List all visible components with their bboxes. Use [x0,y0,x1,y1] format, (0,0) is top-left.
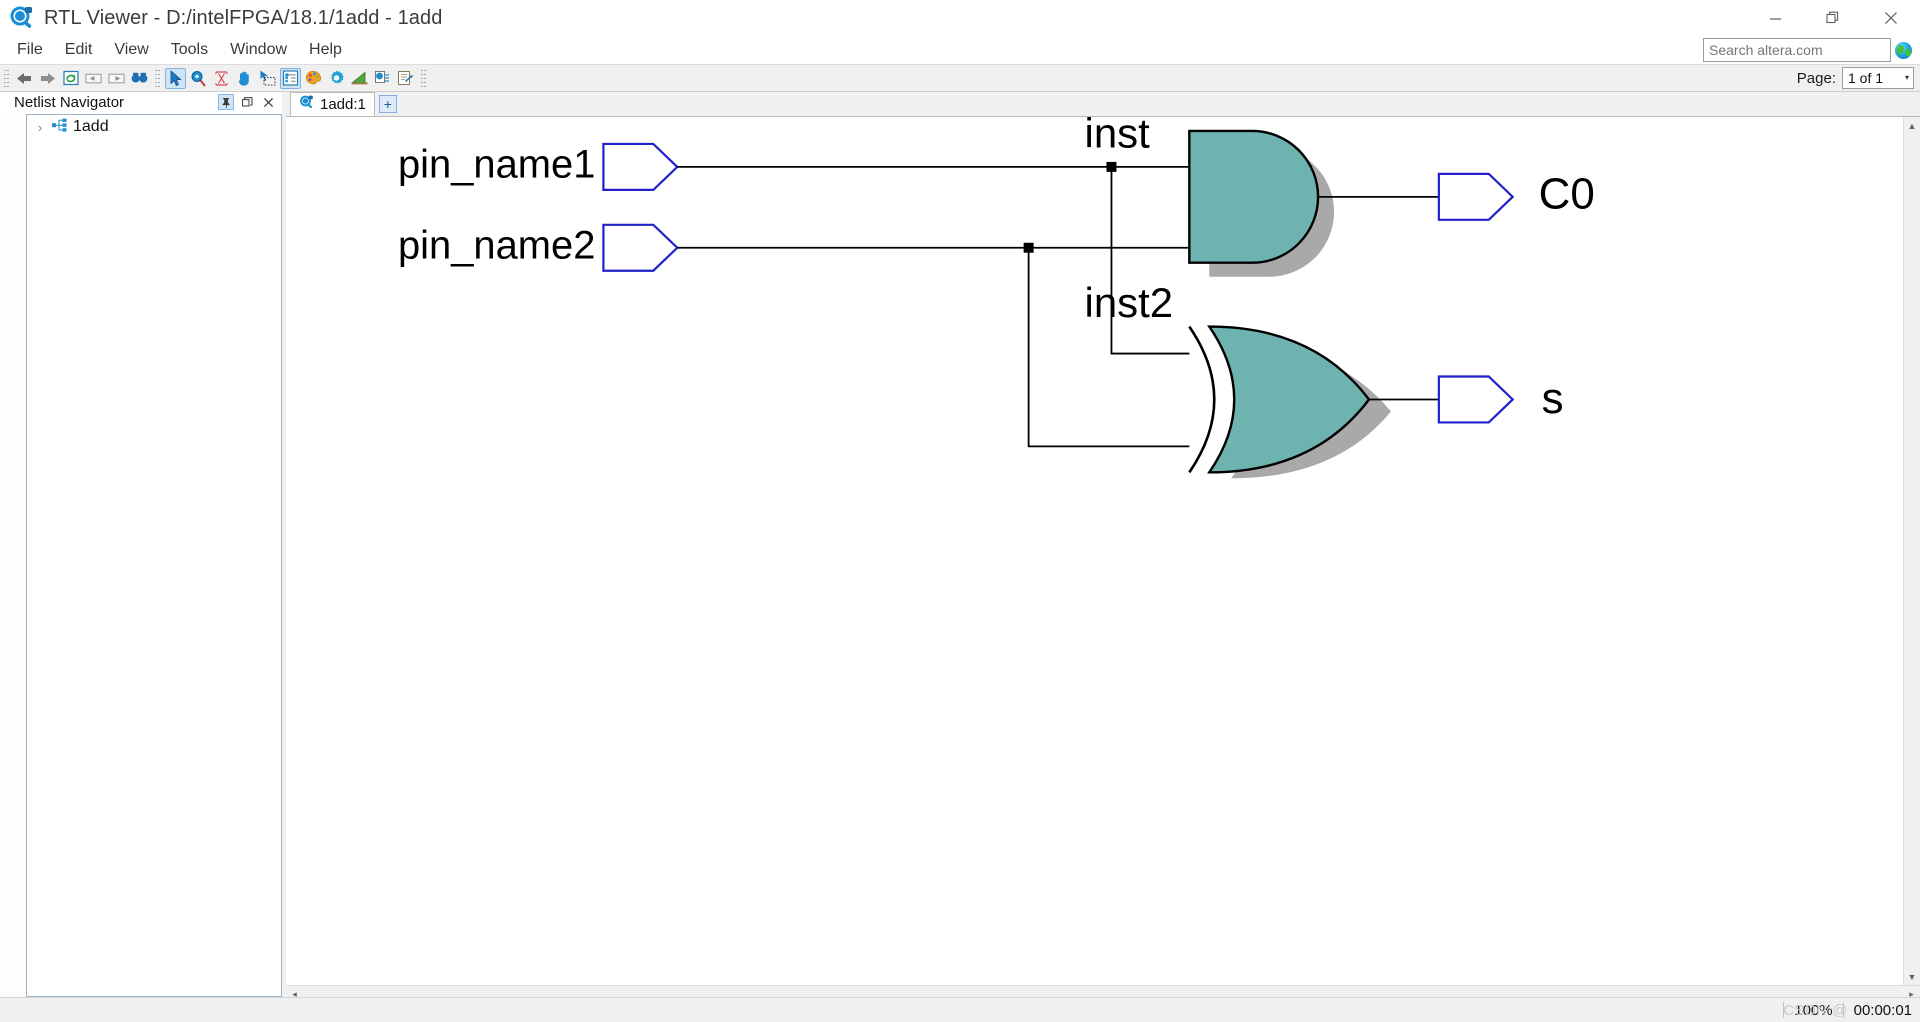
gate-body-inst [1188,129,1320,264]
tab-label: 1add:1 [320,95,366,113]
output-pin-C0[interactable]: C0 [1437,169,1595,221]
gate-inst2[interactable]: inst2 [1085,279,1439,479]
wire-pin2-branch-to-xor [1027,247,1190,448]
page-label: Page: [1796,69,1836,87]
pin-shape-s [1437,375,1515,424]
junction-dot-1 [1106,161,1117,172]
scroll-down-icon[interactable]: ▼ [1908,968,1917,985]
select-tool-icon[interactable] [165,67,186,89]
canvas-wrapper: pin_name1 pin_name2 inst C0 inst2 s ▲ ▼ [286,117,1920,986]
tree-item-label: 1add [73,118,109,135]
page-selector-area: Page: 1 of 1 ▾ [1797,67,1914,89]
pin-shape-1 [602,142,679,191]
toolbar-grip-1[interactable] [3,69,10,87]
color-palette-icon[interactable] [303,68,324,89]
chevron-down-icon: ▾ [1904,73,1909,82]
rtl-viewer-icon [299,95,315,113]
pin-shape-C0 [1437,172,1515,221]
hierarchy-icon [51,117,69,138]
refresh-icon[interactable] [60,68,81,89]
netlist-navigator-panel: Netlist Navigator › 1add [0,92,282,997]
status-separator-2 [1842,1002,1844,1018]
output-pin-s[interactable]: s [1437,374,1564,424]
output-pin-label-s: s [1542,374,1564,423]
gate-label-inst2: inst2 [1085,279,1174,326]
globe-icon[interactable] [1895,41,1912,59]
menu-help[interactable]: Help [298,38,353,62]
schematic-area: 1add:1 + pin_name1 pin_name2 inst C0 ins… [286,92,1920,1003]
add-tab-button[interactable]: + [378,95,397,113]
back-icon[interactable] [14,68,35,89]
menu-edit[interactable]: Edit [54,38,104,62]
tab-bar: 1add:1 + [286,92,1920,117]
input-pin-label-2: pin_name2 [398,223,595,267]
title-bar: RTL Viewer - D:/intelFPGA/18.1/1add - 1a… [0,0,1920,36]
window-controls [1746,0,1920,36]
close-button[interactable] [1862,0,1920,36]
netlist-navigator-title: Netlist Navigator [14,94,125,111]
netlist-tree[interactable]: › 1add [26,114,282,997]
rubber-band-select-icon[interactable] [257,68,278,89]
junction-dot-2 [1023,242,1034,253]
elapsed-time: 00:00:01 [1853,1001,1912,1019]
gate-label-inst: inst [1085,117,1151,156]
schematic-svg: pin_name1 pin_name2 inst C0 inst2 s [398,117,1595,479]
toolbar-grip-3[interactable] [420,69,427,87]
restore-button[interactable] [1804,0,1862,36]
toolbar-group-tools [164,66,417,90]
search-area [1703,38,1912,62]
dock-buttons [218,94,276,110]
scroll-up-icon[interactable]: ▲ [1908,117,1917,134]
settings-gear-icon[interactable] [326,68,347,89]
workspace: Netlist Navigator › 1add 1add:1 + pin_na… [0,92,1920,1003]
hand-pan-icon[interactable] [234,68,255,89]
gate-inst[interactable]: inst [1085,117,1439,277]
pin-shape-2 [602,223,679,272]
zoom-level: 100% [1794,1001,1833,1019]
status-bar: 100% 00:00:01 CSDN @ [0,997,1920,1022]
menu-tools[interactable]: Tools [160,38,219,62]
vertical-scrollbar[interactable]: ▲ ▼ [1903,117,1920,986]
page-select[interactable]: 1 of 1 ▾ [1842,67,1914,89]
copy-icon[interactable] [372,68,393,89]
window-title: RTL Viewer - D:/intelFPGA/18.1/1add - 1a… [44,6,443,29]
export-icon[interactable] [395,68,416,89]
fit-in-window-icon[interactable] [211,68,232,89]
gate-xor-arc-inst2 [1188,325,1216,474]
schematic-canvas[interactable]: pin_name1 pin_name2 inst C0 inst2 s [286,117,1903,986]
find-icon[interactable] [129,68,150,89]
netlist-navigator-header: Netlist Navigator [0,92,282,114]
filter-icon[interactable] [349,68,370,89]
menu-file[interactable]: File [6,38,54,62]
minimize-button[interactable] [1746,0,1804,36]
page-select-value: 1 of 1 [1848,70,1884,86]
input-pin-label-1: pin_name1 [398,142,595,186]
menu-bar: File Edit View Tools Window Help [0,36,1920,64]
menu-window[interactable]: Window [219,38,298,62]
pin-icon[interactable] [218,94,234,110]
rtl-viewer-icon [8,5,38,31]
chevron-right-icon[interactable]: › [33,120,47,135]
menu-view[interactable]: View [103,38,159,62]
tab-1add-1[interactable]: 1add:1 [290,92,375,116]
input-pin-pin_name2[interactable]: pin_name2 [398,223,1190,272]
previous-page-icon[interactable] [83,68,104,89]
search-input[interactable] [1703,38,1891,62]
netlist-navigator-icon[interactable] [280,67,301,89]
next-page-icon[interactable] [106,68,127,89]
toolbar: Page: 1 of 1 ▾ [0,64,1920,92]
forward-icon[interactable] [37,68,58,89]
output-pin-label-C0: C0 [1539,169,1595,218]
close-panel-icon[interactable] [260,94,276,110]
toolbar-group-navigation [13,66,151,90]
status-separator [1783,1002,1785,1018]
float-window-icon[interactable] [239,94,255,110]
zoom-tool-icon[interactable] [188,68,209,89]
input-pin-pin_name1[interactable]: pin_name1 [398,142,1190,191]
tree-item-1add[interactable]: › 1add [27,115,281,139]
toolbar-grip-2[interactable] [154,69,161,87]
